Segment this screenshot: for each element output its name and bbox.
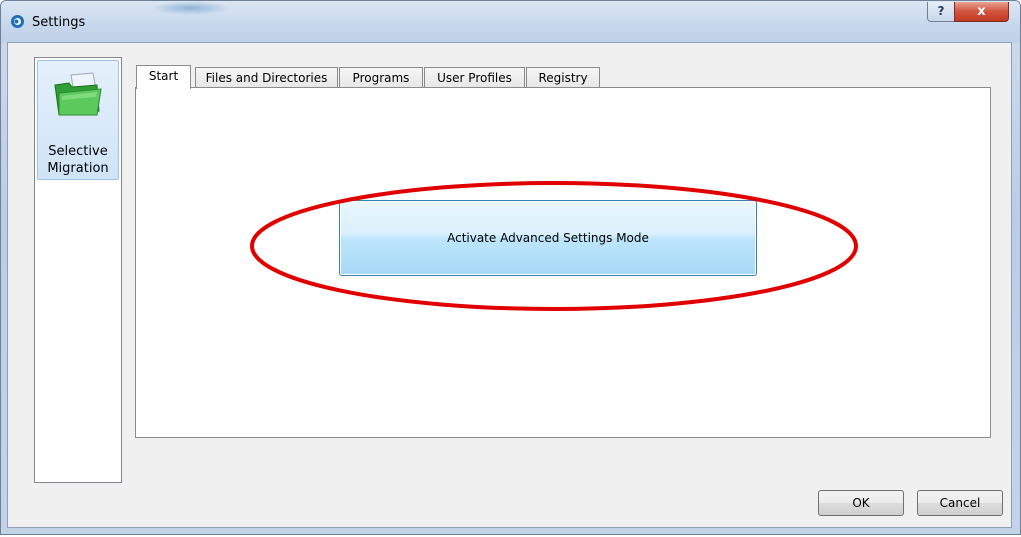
tab-user-profiles[interactable]: User Profiles [424,67,525,88]
tab-programs[interactable]: Programs [339,67,423,88]
sidebar-item-label: Selective Migration [47,144,109,176]
window-title: Settings [32,15,86,30]
sidebar: Selective Migration [34,57,122,483]
ok-button[interactable]: OK [818,490,904,516]
titlebar-glow [151,1,231,15]
app-icon [11,15,24,28]
title-bar[interactable]: Settings ? x [1,1,1020,43]
tab-files-and-directories[interactable]: Files and Directories [195,67,338,88]
activate-advanced-settings-button[interactable]: Activate Advanced Settings Mode [339,200,757,276]
folder-icon [54,72,102,116]
cancel-button[interactable]: Cancel [917,490,1003,516]
tab-registry[interactable]: Registry [526,67,600,88]
tab-start[interactable]: Start [136,65,191,89]
sidebar-item-selective-migration[interactable]: Selective Migration [37,60,119,180]
help-button[interactable]: ? [927,2,955,22]
close-button[interactable]: x [954,2,1009,22]
